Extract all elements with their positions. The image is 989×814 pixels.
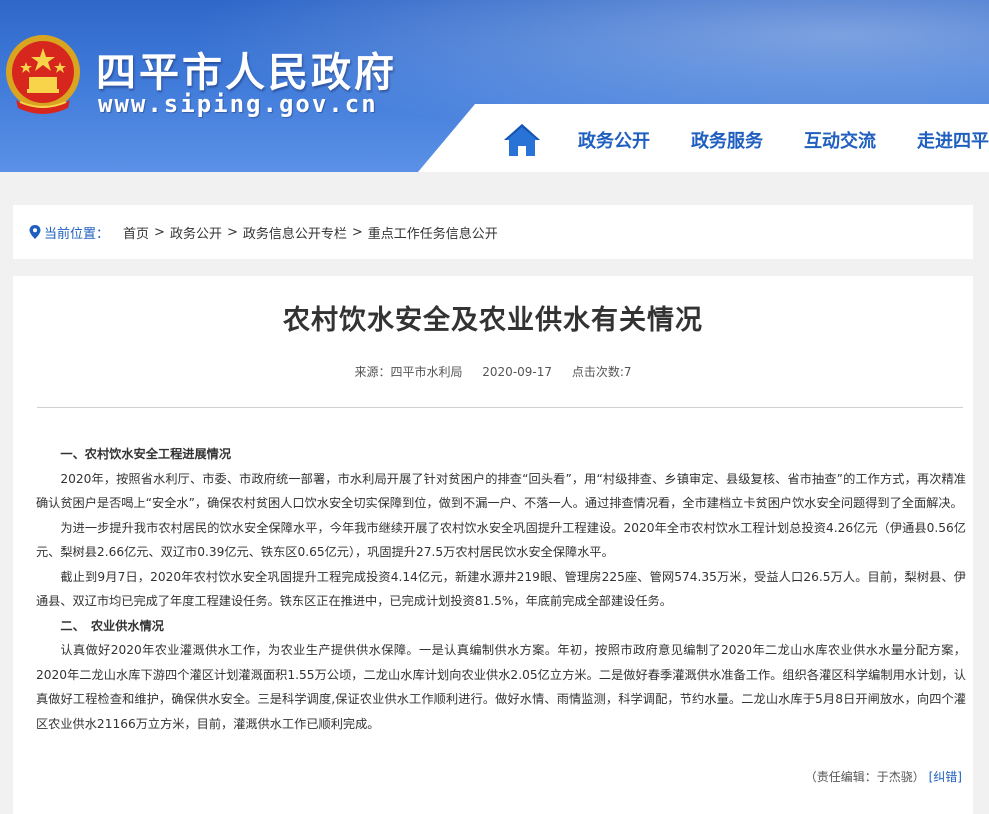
breadcrumb-separator: >: [154, 224, 165, 240]
location-pin-icon: [29, 225, 41, 239]
nav-item-government-affairs[interactable]: 政务公开: [578, 127, 650, 153]
article-title: 农村饮水安全及农业供水有关情况: [283, 305, 703, 336]
section-heading: 二、 农业供水情况: [60, 618, 164, 633]
editor-line: （责任编辑：于杰骁） [纠错]: [805, 768, 962, 785]
breadcrumb-label: 当前位置：: [44, 226, 110, 242]
article-paragraph: 截止到9月7日，2020年农村饮水安全巩固提升工程完成投资4.14亿元，新建水源…: [36, 569, 966, 609]
article-panel: 农村饮水安全及农业供水有关情况 来源：四平市水利局 2020-09-17 点击次…: [13, 276, 973, 814]
nav-item-government-services[interactable]: 政务服务: [691, 127, 763, 153]
breadcrumb-separator: >: [226, 224, 238, 240]
article-meta: 来源：四平市水利局 2020-09-17 点击次数:7: [13, 363, 973, 380]
article-date: 2020-09-17: [482, 365, 553, 379]
national-emblem-icon: [6, 35, 80, 114]
breadcrumb-separator: >: [351, 224, 363, 240]
section-heading: 一、农村饮水安全工程进展情况: [60, 447, 232, 461]
nav-item-about-siping[interactable]: 走进四平: [917, 127, 989, 153]
home-icon[interactable]: [502, 122, 542, 158]
breadcrumb-key-tasks[interactable]: 重点工作任务信息公开: [368, 223, 498, 242]
main-nav: 政务公开 政务服务 互动交流 走进四平: [500, 120, 989, 160]
breadcrumb-home[interactable]: 首页: [123, 223, 149, 242]
site-url: www.siping.gov.cn: [98, 90, 378, 118]
article-clicks: 点击次数:7: [571, 365, 632, 379]
breadcrumb-government-affairs[interactable]: 政务公开: [170, 223, 222, 242]
breadcrumb-info-column[interactable]: 政务信息公开专栏: [243, 223, 347, 242]
article-body: 一、农村饮水安全工程进展情况 2020年，按照省水利厅、市委、市政府统一部署，市…: [36, 442, 966, 736]
nav-item-interaction[interactable]: 互动交流: [804, 127, 876, 153]
article-source: 来源：四平市水利局: [354, 365, 463, 379]
report-error-link[interactable]: [纠错]: [929, 770, 962, 784]
article-paragraph: 认真做好2020年农业灌溉供水工作，为农业生产提供供水保障。一是认真编制供水方案…: [36, 643, 966, 731]
article-paragraph: 2020年，按照省水利厅、市委、市政府统一部署，市水利局开展了针对贫困户的排查“…: [36, 471, 966, 511]
breadcrumb: 当前位置： 首页 > 政务公开 > 政务信息公开专栏 > 重点工作任务信息公开: [13, 205, 973, 259]
site-header: 四平市人民政府 www.siping.gov.cn 政务公开 政务服务 互动交流…: [0, 0, 989, 172]
article-paragraph: 为进一步提升我市农村居民的饮水安全保障水平，今年我市继续开展了农村饮水安全巩固提…: [36, 520, 966, 560]
divider: [37, 407, 963, 408]
responsible-editor: （责任编辑：于杰骁）: [804, 770, 925, 784]
